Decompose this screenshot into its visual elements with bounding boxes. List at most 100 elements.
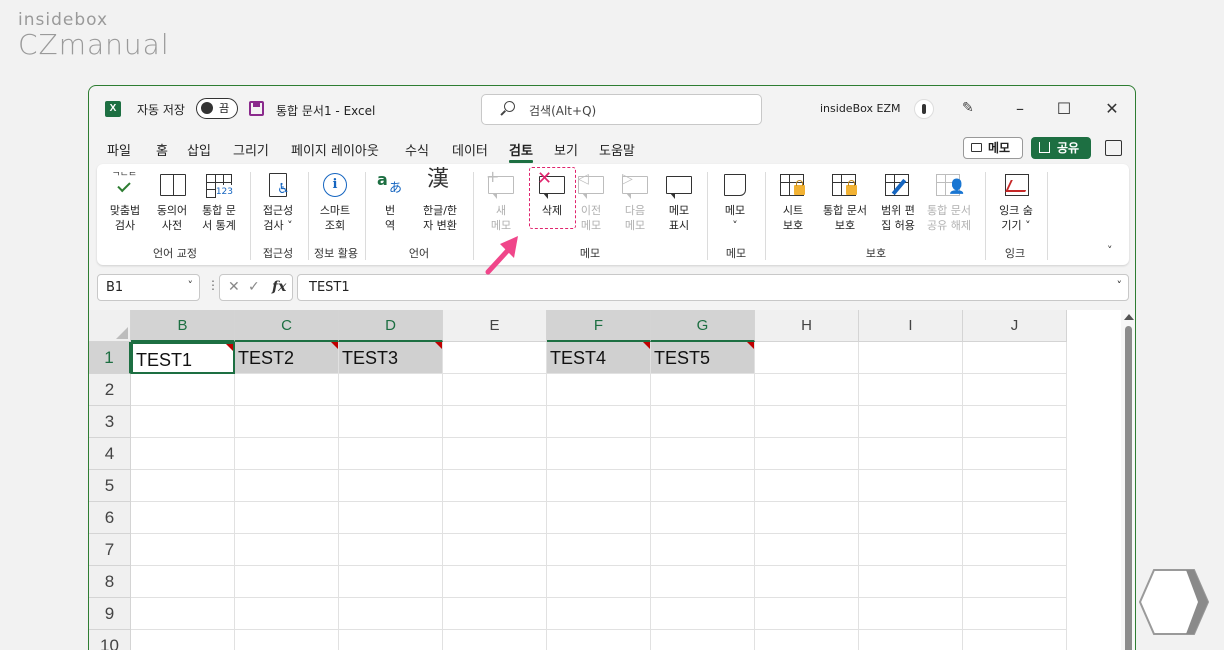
cell-f7[interactable] — [547, 534, 651, 566]
user-name[interactable]: insideBox EZM — [820, 102, 901, 115]
allow-edit-ranges-button[interactable]: 범위 편 집 허용 — [877, 172, 919, 233]
cell-f6[interactable] — [547, 502, 651, 534]
cell-b5[interactable] — [131, 470, 235, 502]
cell-h9[interactable] — [755, 598, 859, 630]
cell-i2[interactable] — [859, 374, 963, 406]
cell-j5[interactable] — [963, 470, 1067, 502]
minimize-button[interactable]: – — [1009, 98, 1031, 120]
row-header-2[interactable]: 2 — [89, 374, 131, 406]
cell-d5[interactable] — [339, 470, 443, 502]
row-header-9[interactable]: 9 — [89, 598, 131, 630]
cell-d2[interactable] — [339, 374, 443, 406]
cell-e10[interactable] — [443, 630, 547, 650]
maximize-button[interactable]: ☐ — [1053, 98, 1075, 120]
cell-b6[interactable] — [131, 502, 235, 534]
autosave-toggle[interactable]: 끔 — [196, 98, 238, 119]
cell-h10[interactable] — [755, 630, 859, 650]
column-header-b[interactable]: B — [131, 310, 235, 342]
cell-d1[interactable]: TEST3 — [339, 342, 443, 374]
cell-d8[interactable] — [339, 566, 443, 598]
cell-f4[interactable] — [547, 438, 651, 470]
cell-c9[interactable] — [235, 598, 339, 630]
column-header-j[interactable]: J — [963, 310, 1067, 342]
cell-e6[interactable] — [443, 502, 547, 534]
row-header-6[interactable]: 6 — [89, 502, 131, 534]
save-icon[interactable] — [249, 101, 264, 116]
cell-c10[interactable] — [235, 630, 339, 650]
cell-g1[interactable]: TEST5 — [651, 342, 755, 374]
share-button[interactable]: 공유 — [1031, 137, 1091, 159]
cell-e2[interactable] — [443, 374, 547, 406]
cell-h1[interactable] — [755, 342, 859, 374]
cell-j2[interactable] — [963, 374, 1067, 406]
expand-chevron-icon[interactable]: ˅ — [1117, 279, 1123, 292]
cell-g3[interactable] — [651, 406, 755, 438]
thesaurus-button[interactable]: 동의어 사전 — [151, 172, 193, 233]
unshare-workbook-button[interactable]: 👤 통합 문서 공유 해제 — [921, 172, 977, 233]
ribbon-collapse-chevron-icon[interactable]: ˅ — [1107, 244, 1113, 257]
cell-f5[interactable] — [547, 470, 651, 502]
select-all-corner[interactable] — [89, 310, 131, 342]
cell-d3[interactable] — [339, 406, 443, 438]
name-box[interactable]: B1 ˅ — [97, 274, 200, 301]
cell-d10[interactable] — [339, 630, 443, 650]
cell-h4[interactable] — [755, 438, 859, 470]
cell-h2[interactable] — [755, 374, 859, 406]
cell-c7[interactable] — [235, 534, 339, 566]
tab-view[interactable]: 보기 — [554, 140, 578, 159]
cell-g10[interactable] — [651, 630, 755, 650]
cell-c6[interactable] — [235, 502, 339, 534]
cell-d9[interactable] — [339, 598, 443, 630]
cell-h3[interactable] — [755, 406, 859, 438]
cell-i6[interactable] — [859, 502, 963, 534]
cell-j8[interactable] — [963, 566, 1067, 598]
cell-j3[interactable] — [963, 406, 1067, 438]
tab-home[interactable]: 홈 — [156, 140, 168, 159]
comments-pane-button[interactable]: 메모 — [963, 137, 1023, 159]
cell-i1[interactable] — [859, 342, 963, 374]
cell-j9[interactable] — [963, 598, 1067, 630]
cell-i8[interactable] — [859, 566, 963, 598]
hangul-hanja-button[interactable]: 漢 한글/한 자 변환 — [415, 169, 465, 233]
column-header-c[interactable]: C — [235, 310, 339, 342]
cell-d6[interactable] — [339, 502, 443, 534]
cell-e9[interactable] — [443, 598, 547, 630]
cell-e4[interactable] — [443, 438, 547, 470]
column-header-f[interactable]: F — [547, 310, 651, 342]
cell-b8[interactable] — [131, 566, 235, 598]
tab-page-layout[interactable]: 페이지 레이아웃 — [291, 140, 379, 159]
cell-g6[interactable] — [651, 502, 755, 534]
smart-lookup-button[interactable]: i 스마트 조회 — [312, 172, 358, 233]
cell-i4[interactable] — [859, 438, 963, 470]
scroll-thumb[interactable] — [1125, 326, 1132, 650]
row-header-3[interactable]: 3 — [89, 406, 131, 438]
cell-c1[interactable]: TEST2 — [235, 342, 339, 374]
accessibility-check-button[interactable]: ♿ 접근성 검사 ˅ — [255, 172, 301, 233]
cell-h7[interactable] — [755, 534, 859, 566]
column-header-h[interactable]: H — [755, 310, 859, 342]
designer-brush-icon[interactable]: ✎ — [962, 100, 978, 118]
workbook-stats-button[interactable]: 123 통합 문 서 통계 — [197, 172, 241, 233]
row-header-1[interactable]: 1 — [89, 342, 131, 374]
cell-b1[interactable]: TEST1 — [131, 342, 235, 374]
cell-j4[interactable] — [963, 438, 1067, 470]
cell-j6[interactable] — [963, 502, 1067, 534]
scroll-up-arrow-icon[interactable] — [1124, 314, 1134, 320]
feedback-icon[interactable] — [1105, 140, 1122, 156]
cell-f10[interactable] — [547, 630, 651, 650]
row-header-4[interactable]: 4 — [89, 438, 131, 470]
cell-f8[interactable] — [547, 566, 651, 598]
user-avatar[interactable] — [914, 99, 934, 119]
cell-e3[interactable] — [443, 406, 547, 438]
cell-h6[interactable] — [755, 502, 859, 534]
chevron-down-icon[interactable]: ˅ — [188, 279, 194, 292]
tab-draw[interactable]: 그리기 — [233, 140, 269, 159]
enter-check-icon[interactable]: ✓ — [248, 279, 260, 295]
cell-b9[interactable] — [131, 598, 235, 630]
tab-insert[interactable]: 삽입 — [187, 140, 211, 159]
row-header-8[interactable]: 8 — [89, 566, 131, 598]
close-button[interactable]: ✕ — [1101, 98, 1123, 120]
cancel-icon[interactable]: ✕ — [228, 279, 240, 295]
cell-c5[interactable] — [235, 470, 339, 502]
vertical-scrollbar[interactable] — [1121, 310, 1135, 650]
